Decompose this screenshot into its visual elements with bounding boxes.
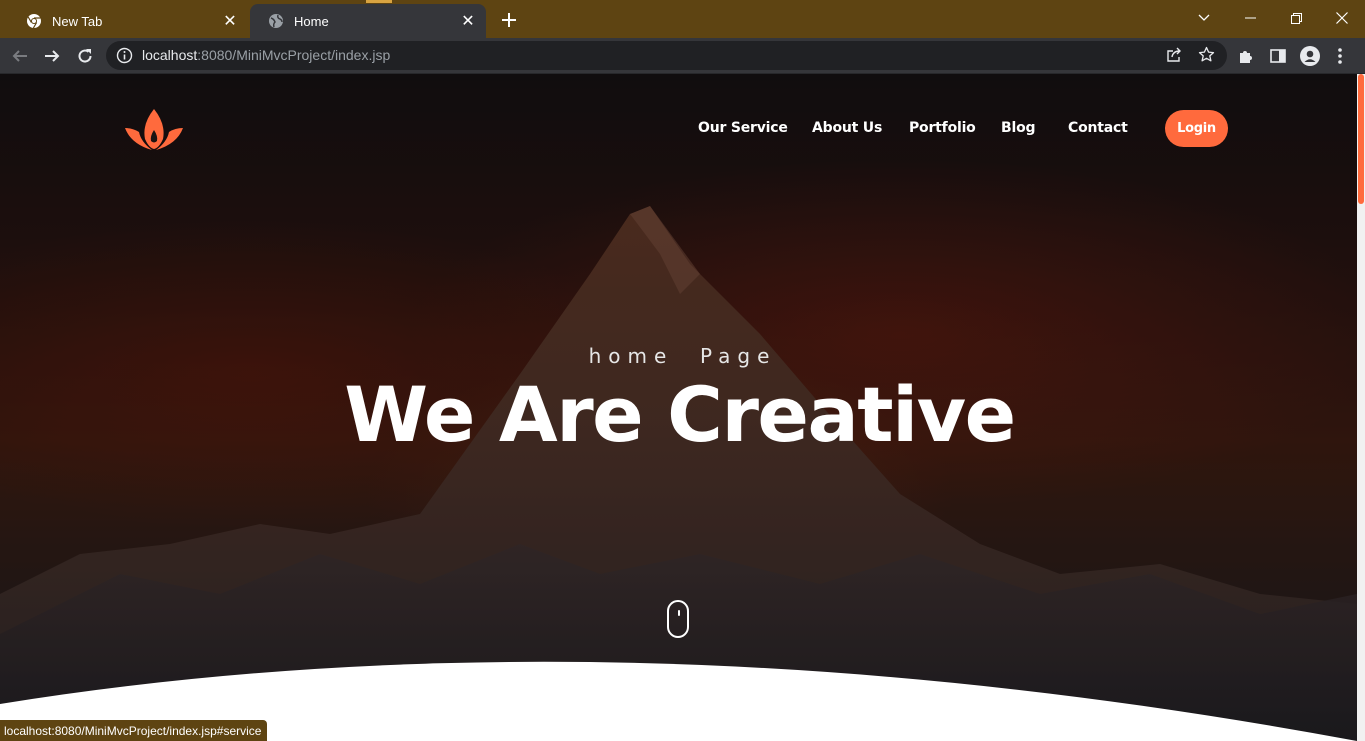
forward-arrow-icon <box>45 50 60 62</box>
avatar-icon <box>1300 46 1320 66</box>
hero-bottom-curve <box>0 661 1357 741</box>
tab-home[interactable]: Home ✕ <box>250 4 486 38</box>
chrome-icon <box>26 13 42 29</box>
kebab-menu-icon <box>1338 48 1342 64</box>
info-icon[interactable] <box>116 47 133 64</box>
side-panel-button[interactable] <box>1264 42 1292 70</box>
restore-button[interactable] <box>1273 4 1319 32</box>
profile-button[interactable] <box>1296 42 1324 70</box>
share-icon[interactable] <box>1166 47 1183 68</box>
menu-button[interactable] <box>1326 42 1354 70</box>
reload-button[interactable] <box>71 42 99 70</box>
url-host: localhost <box>142 47 198 63</box>
extensions-button[interactable] <box>1232 42 1260 70</box>
minimize-icon <box>1244 17 1256 19</box>
address-bar[interactable]: localhost:8080/MiniMvcProject/index.jsp <box>106 41 1227 70</box>
tab-title: New Tab <box>52 13 103 29</box>
url-text: localhost:8080/MiniMvcProject/index.jsp <box>142 47 390 63</box>
minimize-button[interactable] <box>1227 4 1273 32</box>
close-icon[interactable]: ✕ <box>220 11 240 31</box>
globe-icon <box>268 13 284 29</box>
hero-section: Our Service About Us Portfolio Blog Cont… <box>0 74 1357 741</box>
back-button[interactable] <box>6 42 34 70</box>
url-path: :8080/MiniMvcProject/index.jsp <box>197 47 391 63</box>
close-icon[interactable]: ✕ <box>458 11 478 31</box>
tab-strip: New Tab ✕ Home ✕ <box>0 0 1365 38</box>
link-status-bubble: localhost:8080/MiniMvcProject/index.jsp#… <box>0 720 268 741</box>
tab-new-tab[interactable]: New Tab ✕ <box>8 4 248 38</box>
tab-drag-indicator <box>366 0 392 3</box>
tab-search-button[interactable] <box>1181 4 1227 32</box>
back-arrow-icon <box>12 50 27 62</box>
bookmark-star-icon[interactable] <box>1198 46 1215 68</box>
side-panel-icon <box>1270 49 1286 63</box>
reload-icon <box>78 49 92 63</box>
new-tab-button[interactable] <box>497 8 521 32</box>
puzzle-icon <box>1240 51 1252 63</box>
scrollbar-thumb[interactable] <box>1358 74 1364 204</box>
close-window-button[interactable] <box>1319 4 1365 32</box>
forward-button[interactable] <box>38 42 66 70</box>
page-viewport: Our Service About Us Portfolio Blog Cont… <box>0 74 1357 741</box>
page-scrollbar[interactable] <box>1357 74 1365 741</box>
tab-title: Home <box>294 13 329 29</box>
close-icon <box>1336 12 1348 24</box>
restore-icon <box>1290 12 1302 24</box>
browser-toolbar: localhost:8080/MiniMvcProject/index.jsp <box>0 38 1365 74</box>
plus-icon <box>502 13 516 27</box>
chevron-down-icon <box>1198 14 1210 21</box>
